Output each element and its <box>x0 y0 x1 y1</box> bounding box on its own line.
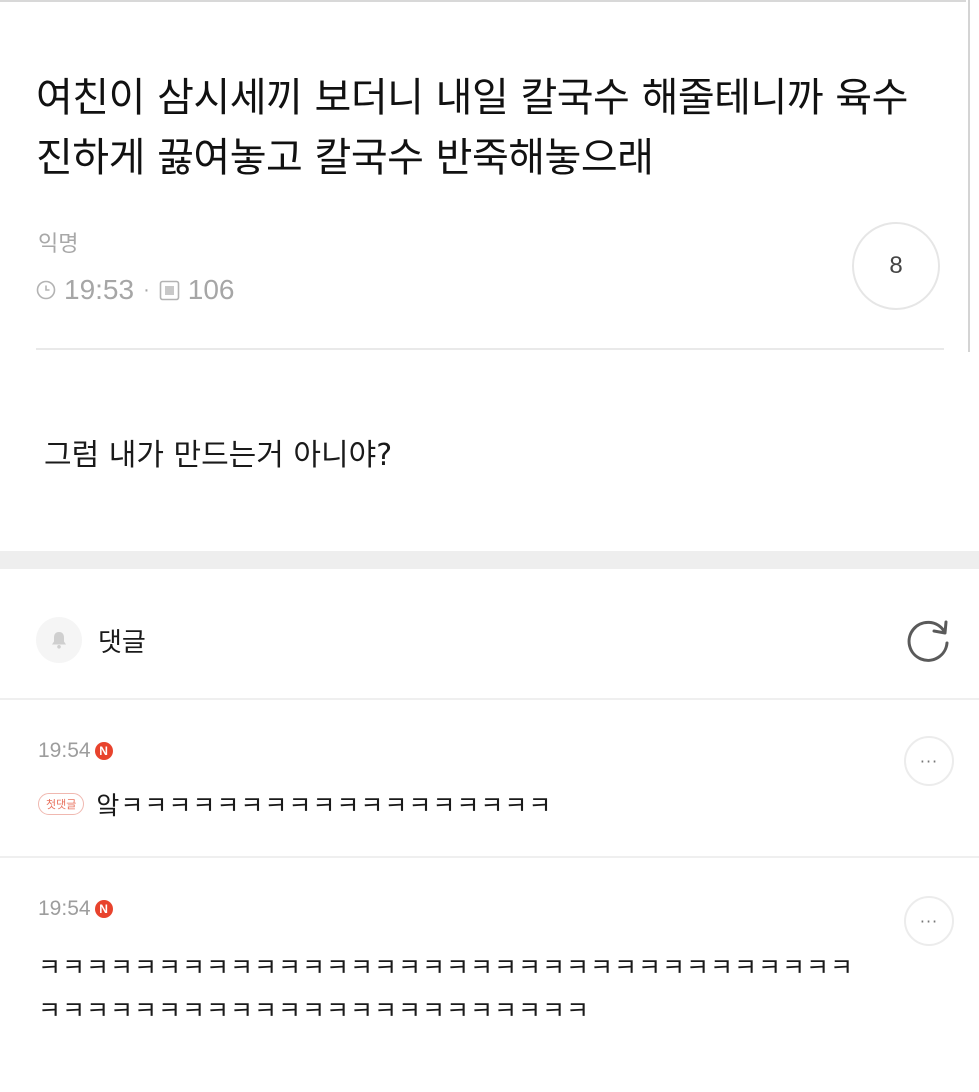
like-count: 8 <box>889 252 903 279</box>
post-time: 19:53 <box>64 274 135 305</box>
bell-icon[interactable] <box>36 617 82 663</box>
comment-time: 19:54 N <box>38 738 113 764</box>
top-border <box>0 0 966 2</box>
post-body: 그럼 내가 만드는거 아니야? <box>44 438 393 473</box>
views-icon <box>159 280 180 300</box>
new-badge: N <box>94 742 113 760</box>
comments-label: 댓글 <box>98 627 146 658</box>
scroll-edge <box>968 0 970 352</box>
comment-divider <box>0 856 979 858</box>
comment-time: 19:54 N <box>38 896 113 922</box>
comments-divider <box>0 698 979 700</box>
comment-text: 앜ㅋㅋㅋㅋㅋㅋㅋㅋㅋㅋㅋㅋㅋㅋㅋㅋㅋㅋ <box>96 791 553 820</box>
comment-time-text: 19:54 <box>38 897 91 920</box>
section-separator <box>0 551 979 569</box>
post-title: 여친이 삼시세끼 보더니 내일 칼국수 해줄테니까 육수 진하게 끓여놓고 칼국… <box>36 75 908 181</box>
more-options-button[interactable]: ··· <box>904 896 954 946</box>
more-options-button[interactable]: ··· <box>904 736 954 786</box>
more-icon: ··· <box>919 751 939 771</box>
post-author: 익명 <box>38 232 79 257</box>
comments-header: 댓글 <box>36 616 146 664</box>
like-button[interactable]: 8 <box>852 222 940 310</box>
bell-icon-glyph <box>52 632 66 649</box>
post-views: 106 <box>187 274 235 305</box>
new-badge: N <box>94 900 113 918</box>
post-meta: 19:53 · 106 <box>36 272 234 308</box>
meta-separator: · <box>143 278 150 301</box>
comment-time-text: 19:54 <box>38 739 91 762</box>
more-icon: ··· <box>919 911 939 931</box>
clock-icon <box>36 280 56 300</box>
comment-text: ㅋㅋㅋㅋㅋㅋㅋㅋㅋㅋㅋㅋㅋㅋㅋㅋㅋㅋㅋㅋㅋㅋㅋㅋㅋㅋㅋㅋㅋㅋㅋㅋㅋㅋㅋㅋㅋㅋㅋㅋ… <box>38 953 855 1025</box>
refresh-icon[interactable] <box>900 614 956 670</box>
post-divider <box>36 348 944 350</box>
first-comment-badge: 첫댓글 <box>38 793 85 815</box>
comment-content: 첫댓글 앜ㅋㅋㅋㅋㅋㅋㅋㅋㅋㅋㅋㅋㅋㅋㅋㅋㅋㅋ <box>38 786 552 822</box>
